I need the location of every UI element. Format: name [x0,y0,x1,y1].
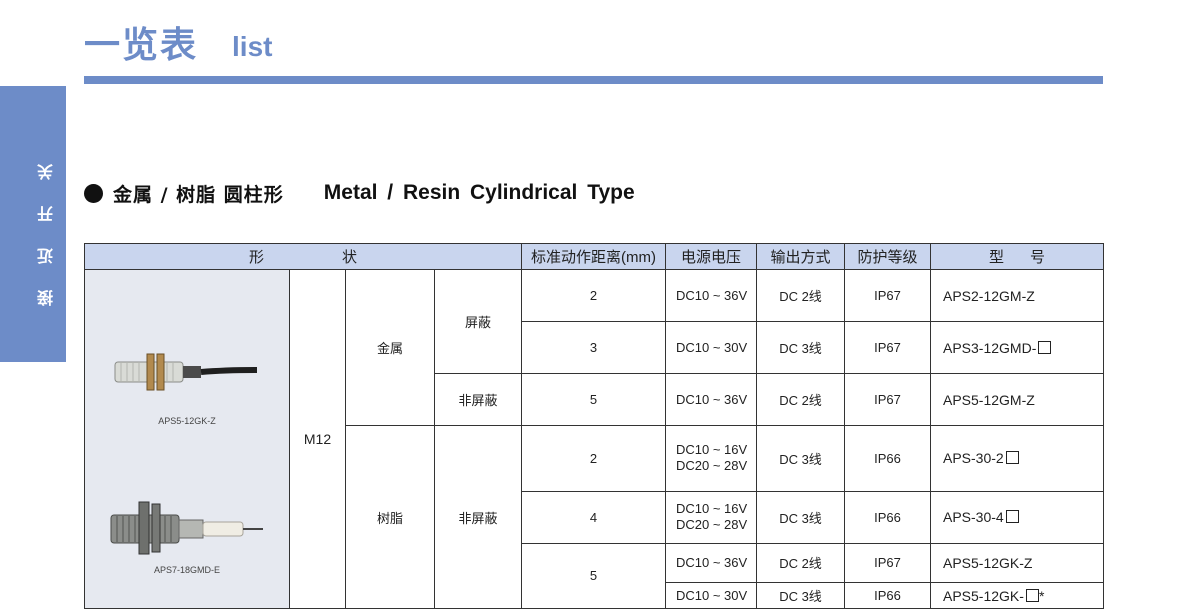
output-cell: DC 3线 [756,490,845,544]
table-row: APS5-12GK-Z APS7-18GMD-E M12 金属 屏蔽 2 DC1… [84,269,1104,609]
shield-type: 非屏蔽 [434,425,522,609]
model-cell: APS5-12GK- * [930,582,1104,609]
ip-cell: IP67 [844,373,931,426]
model-cell: APS5-12GM-Z [930,373,1104,426]
section-title-english: Metal / Resin Cylindrical Type [323,181,635,204]
shield-type: 屏蔽 [434,269,522,374]
product-images: APS5-12GK-Z APS7-18GMD-E [84,269,290,609]
page-title: 一览表 list [84,18,272,68]
distance-cell: 2 [521,269,666,322]
output-cell: DC 3线 [756,321,845,374]
ip-cell: IP66 [844,582,931,609]
ip-cell: IP67 [844,321,931,374]
bullet-icon [84,183,103,203]
ip-cell: IP66 [844,490,931,544]
header-voltage: 电源电压 [665,243,757,270]
model-cell: APS-30-2 [930,425,1104,492]
output-cell: DC 2线 [756,542,845,583]
model-cell: APS-30-4 [930,490,1104,544]
distance-cell: 4 [521,490,666,544]
product-spec-table: 形状 标准动作距离(mm) 电源电压 输出方式 防护等级 型号 APS5-12G… [84,243,1104,609]
section-heading: 金属 / 树脂 圆柱形 Metal / Resin Cylindrical Ty… [84,178,635,208]
header-protection: 防护等级 [844,243,931,270]
voltage-cell: DC10 ~ 16V DC20 ~ 28V [665,425,757,492]
output-cell: DC 2线 [756,269,845,322]
ip-cell: IP67 [844,269,931,322]
ip-cell: IP66 [844,425,931,492]
distance-cell: 2 [521,425,666,492]
section-title-chinese: 金属 / 树脂 圆柱形 [113,183,284,206]
header-output: 输出方式 [756,243,845,270]
placeholder-box-icon [1005,451,1019,465]
sensor-image-aps5 [110,353,263,555]
voltage-cell: DC10 ~ 36V [665,542,757,583]
header-shape: 形状 [84,243,522,270]
ip-cell: IP67 [844,542,931,583]
distance-cell: 3 [521,321,666,374]
output-cell: DC 2线 [756,373,845,426]
distance-cell: 5 [521,542,666,609]
voltage-cell: DC10 ~ 16V DC20 ~ 28V [665,490,757,544]
voltage-cell: DC10 ~ 30V [665,582,757,609]
output-cell: DC 3线 [756,582,845,609]
title-english: list [232,31,273,62]
image-caption: APS5-12GK-Z [158,416,216,426]
placeholder-box-icon [1005,510,1019,523]
placeholder-box-icon [1038,340,1052,354]
image-caption: APS7-18GMD-E [153,565,221,575]
model-cell: APS2-12GM-Z [930,269,1104,322]
header-distance: 标准动作距离(mm) [521,243,666,270]
placeholder-box-icon [1025,588,1039,602]
voltage-cell: DC10 ~ 36V [665,269,757,322]
title-chinese: 一览表 [84,25,199,66]
model-cell: APS5-12GK-Z [930,542,1104,583]
material-metal: 金属 [345,269,435,426]
voltage-cell: DC10 ~ 30V [665,321,757,374]
side-category-tab: 接近开关 [0,86,66,362]
header-model: 型号 [930,243,1104,270]
material-resin: 树脂 [345,425,435,609]
distance-cell: 5 [521,373,666,426]
table-header-row: 形状 标准动作距离(mm) 电源电压 输出方式 防护等级 型号 [84,243,1104,270]
voltage-cell: DC10 ~ 36V [665,373,757,426]
shield-type: 非屏蔽 [434,373,522,426]
title-divider [84,76,1103,84]
side-tab-label: 接近开关 [37,138,56,306]
model-cell: APS3-12GMD- [930,321,1104,374]
size-cell: M12 [289,269,346,609]
output-cell: DC 3线 [756,425,845,492]
